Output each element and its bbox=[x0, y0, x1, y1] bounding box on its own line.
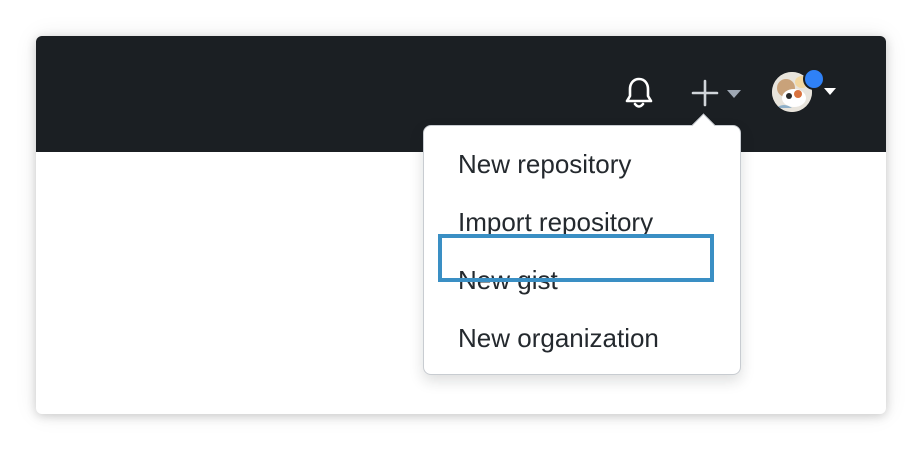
create-new-dropdown-menu: New repository Import repository New gis… bbox=[423, 113, 741, 375]
notification-dot bbox=[803, 68, 825, 90]
caret-down-icon bbox=[727, 90, 741, 98]
github-window: New repository Import repository New gis… bbox=[36, 36, 886, 414]
create-new-button[interactable] bbox=[690, 78, 744, 108]
menu-item-new-repository[interactable]: New repository bbox=[424, 139, 740, 189]
notifications-button[interactable] bbox=[624, 76, 654, 110]
menu-item-new-gist[interactable]: New gist bbox=[424, 255, 740, 305]
menu-item-import-repository[interactable]: Import repository bbox=[424, 197, 740, 247]
profile-menu-button[interactable] bbox=[770, 68, 840, 114]
bell-icon bbox=[625, 77, 653, 108]
plus-icon bbox=[691, 79, 719, 107]
menu-item-new-organization[interactable]: New organization bbox=[424, 313, 740, 363]
caret-down-icon bbox=[824, 88, 836, 95]
